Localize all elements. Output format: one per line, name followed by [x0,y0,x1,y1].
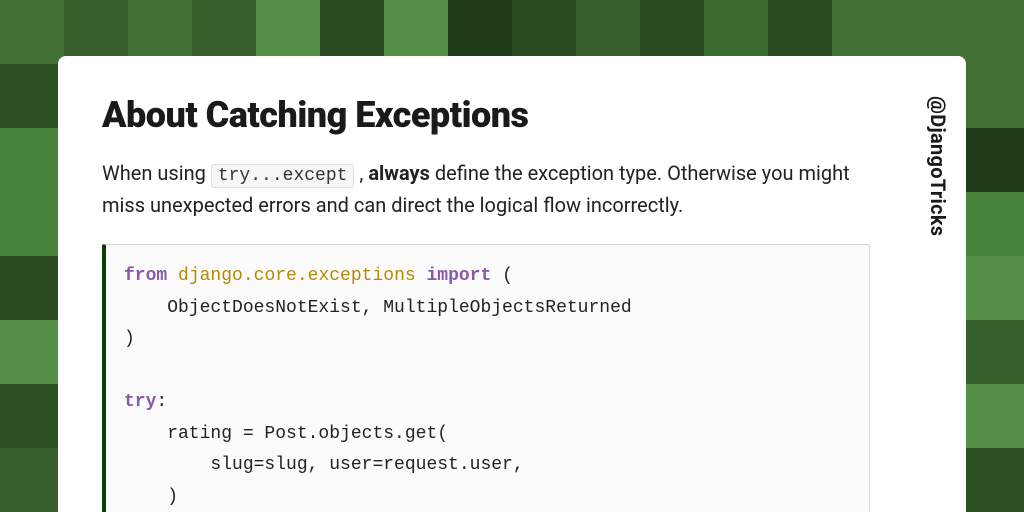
sidebar: @DjangoTricks [910,56,966,512]
code-keyword-from: from [124,266,167,286]
twitter-handle: @DjangoTricks [926,96,950,236]
code-line: slug=slug, user=request.user, [124,455,524,475]
code-keyword-try: try [124,392,156,412]
code-line: ObjectDoesNotExist, MultipleObjectsRetur… [124,298,632,318]
code-paren: ( [491,266,513,286]
code-colon: : [156,392,167,412]
description-text: When using try...except , always define … [102,158,870,220]
page-title: About Catching Exceptions [102,94,870,136]
code-line: ) [124,329,135,349]
code-line: ) [124,487,178,507]
desc-pre: When using [102,161,211,185]
main-column: About Catching Exceptions When using try… [58,56,910,512]
code-line: rating = Post.objects.get( [124,424,448,444]
inline-code: try...except [211,164,355,188]
desc-mid: , [354,161,368,185]
code-block: from django.core.exceptions import ( Obj… [102,244,870,512]
content-card: About Catching Exceptions When using try… [58,56,966,512]
code-keyword-import: import [426,266,491,286]
desc-bold: always [368,161,430,185]
code-module: django.core.exceptions [178,266,416,286]
